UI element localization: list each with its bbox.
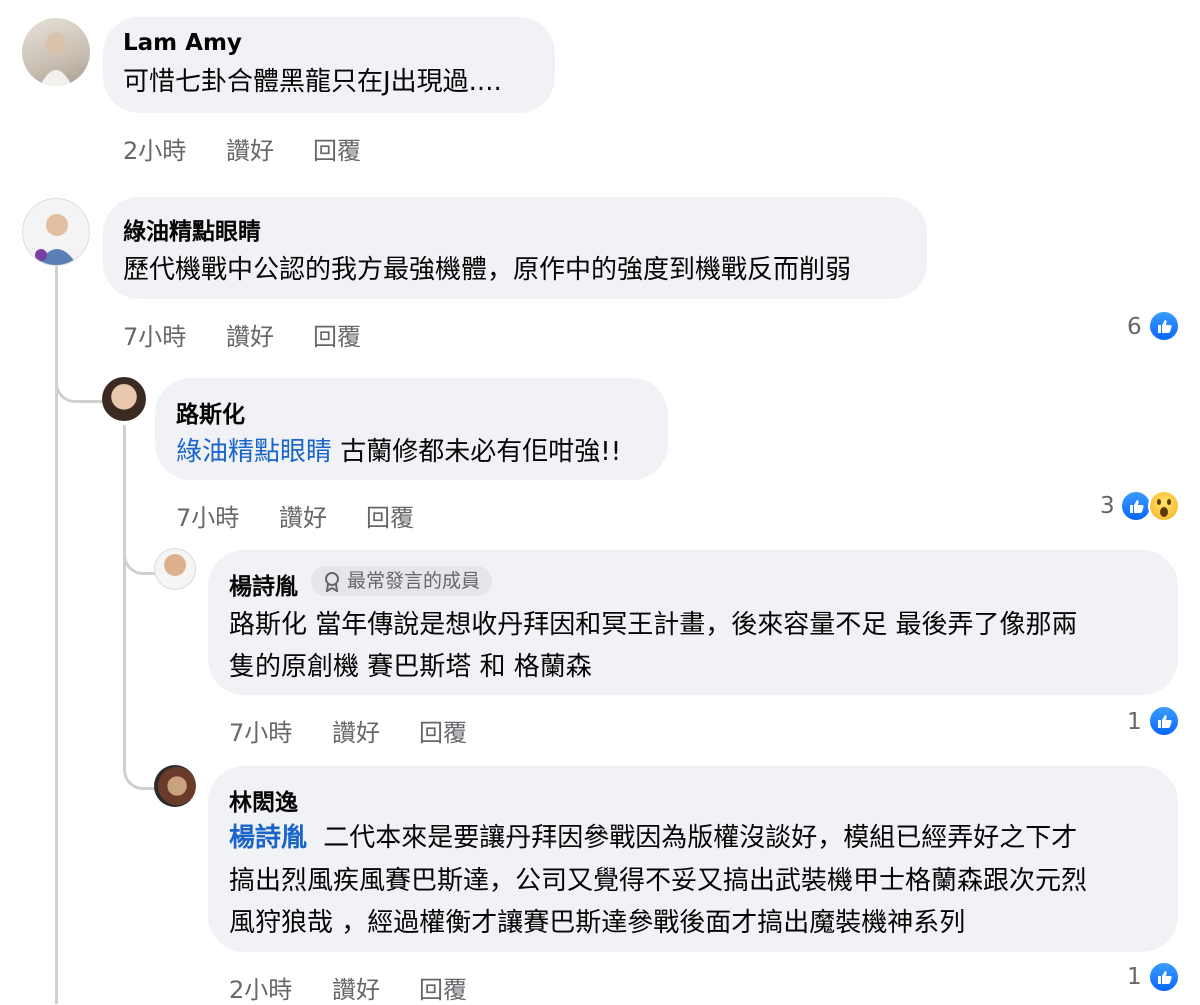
wow-reaction-icon	[1148, 490, 1180, 522]
like-button[interactable]: 讚好	[226, 131, 274, 166]
top-contributor-badge[interactable]: 最常發言的成員	[311, 566, 493, 596]
like-button[interactable]: 讚好	[332, 713, 380, 748]
comment-author[interactable]: 路斯化	[176, 395, 245, 429]
comment-time[interactable]: 7小時	[229, 713, 292, 748]
reaction-count[interactable]: 1	[1127, 709, 1142, 735]
badge-label: 最常發言的成員	[347, 570, 481, 592]
comment-text: 可惜七卦合體黑龍只在J出現過....	[123, 67, 502, 97]
comment-time[interactable]: 7小時	[123, 317, 186, 352]
avatar[interactable]	[22, 18, 90, 86]
comment-text-line: 隻的原創機 賽巴斯塔 和 格蘭森	[229, 652, 592, 682]
like-button[interactable]: 讚好	[226, 317, 274, 352]
thread-branch	[123, 530, 158, 575]
mention-link[interactable]: 楊詩胤	[229, 823, 307, 853]
like-button[interactable]: 讚好	[332, 970, 380, 1005]
comment-author[interactable]: 林閎逸	[229, 783, 298, 817]
avatar[interactable]	[154, 765, 196, 807]
reaction-count[interactable]: 3	[1100, 493, 1115, 519]
user-photo-icon	[35, 214, 77, 265]
comment-time[interactable]: 2小時	[229, 970, 292, 1005]
reaction-count[interactable]: 1	[1127, 964, 1142, 990]
avatar[interactable]	[22, 198, 90, 266]
like-reaction-icon	[1148, 961, 1180, 993]
reply-button[interactable]: 回覆	[313, 317, 361, 352]
comment-text: 歷代機戰中公認的我方最強機體，原作中的強度到機戰反而削弱	[123, 255, 852, 285]
user-photo-icon	[40, 32, 72, 86]
like-button[interactable]: 讚好	[279, 498, 327, 533]
comment-text-line: 路斯化 當年傳說是想收丹拜因和冥王計畫，後來容量不足 最後弄了像那兩	[229, 610, 1078, 640]
comment-text-line: 搞出烈風疾風賽巴斯達，公司又覺得不妥又搞出武裝機甲士格蘭森跟次元烈	[229, 866, 1088, 896]
thread-branch	[55, 360, 106, 403]
comment-author[interactable]: Lam Amy	[123, 30, 242, 56]
comment-text-line: 風狩狼哉 ，經過權衡才讓賽巴斯達參戰後面才搞出魔裝機神系列	[229, 908, 966, 938]
reply-button[interactable]: 回覆	[313, 131, 361, 166]
avatar[interactable]	[154, 548, 196, 590]
comment-author[interactable]: 楊詩胤	[229, 567, 298, 601]
badge-icon	[325, 572, 339, 592]
comment-author[interactable]: 綠油精點眼睛	[123, 212, 261, 246]
reply-button[interactable]: 回覆	[419, 713, 467, 748]
avatar[interactable]	[102, 377, 146, 421]
comment-time[interactable]: 2小時	[123, 131, 186, 166]
comment-text-body: 古蘭修都未必有佢咁強!!	[340, 437, 622, 467]
like-reaction-icon	[1148, 705, 1180, 737]
comment-text-body: 二代本來是要讓丹拜因參戰因為版權沒談好，模組已經弄好之下才	[323, 823, 1078, 853]
thread-line-nested	[123, 425, 126, 765]
reply-button[interactable]: 回覆	[366, 498, 414, 533]
like-reaction-icon	[1148, 310, 1180, 342]
comment-text: 綠油精點眼睛 古蘭修都未必有佢咁強!!	[176, 432, 621, 472]
comment-text-line: 楊詩胤 二代本來是要讓丹拜因參戰因為版權沒談好，模組已經弄好之下才	[229, 818, 1077, 858]
comment-time[interactable]: 7小時	[176, 498, 239, 533]
reaction-count[interactable]: 6	[1127, 314, 1142, 340]
mention-link[interactable]: 綠油精點眼睛	[176, 437, 332, 467]
reply-button[interactable]: 回覆	[419, 970, 467, 1005]
thread-branch	[123, 745, 158, 790]
